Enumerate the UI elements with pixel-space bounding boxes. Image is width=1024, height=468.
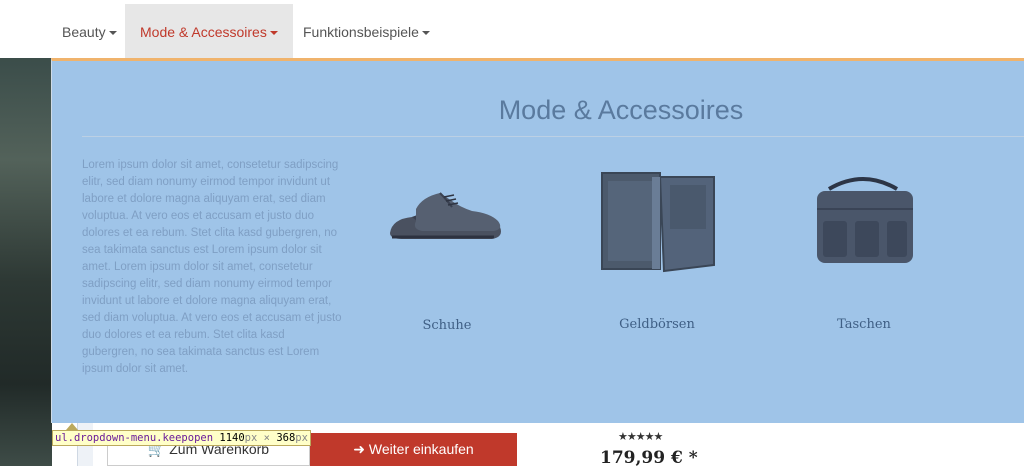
devtools-element-tooltip: ul.dropdown-menu.keepopen 1140px × 368px	[52, 430, 311, 446]
category-schuhe[interactable]: Schuhe	[372, 171, 522, 333]
dropdown-menu: Mode & Accessoires Lorem ipsum dolor sit…	[51, 58, 1024, 423]
caret-down-icon	[269, 31, 278, 36]
category-label: Taschen	[837, 317, 891, 332]
rating-stars: ★★★★★	[618, 431, 663, 443]
tooltip-height: 368	[276, 432, 296, 444]
tooltip-selector: ul.dropdown-menu.keepopen	[55, 432, 214, 444]
shoe-icon	[390, 192, 501, 239]
nav-item-mode-accessoires[interactable]: Mode & Accessoires	[125, 4, 293, 58]
continue-shopping-button[interactable]: ➜ Weiter einkaufen	[310, 433, 517, 466]
nav-item-label: Mode & Accessoires	[140, 24, 267, 40]
main-navbar: Beauty Mode & Accessoires Funktionsbeisp…	[0, 0, 1024, 58]
background-banner-image	[0, 58, 52, 466]
category-taschen[interactable]: Taschen	[789, 177, 939, 332]
nav-item-funktionsbeispiele[interactable]: Funktionsbeispiele	[303, 4, 430, 58]
caret-down-icon	[421, 31, 430, 36]
nav-item-beauty[interactable]: Beauty	[62, 4, 117, 58]
caret-down-icon	[108, 31, 117, 36]
tooltip-width: 1140	[219, 432, 245, 444]
divider	[82, 136, 1024, 137]
category-geldboersen[interactable]: Geldbörsen	[582, 172, 732, 332]
product-price: 179,99 € *	[600, 448, 698, 468]
wallet-icon	[601, 172, 715, 273]
nav-item-label: Funktionsbeispiele	[303, 24, 419, 40]
arrow-circle-right-icon: ➜	[353, 441, 366, 457]
continue-shopping-label: Weiter einkaufen	[368, 441, 474, 457]
category-description: Lorem ipsum dolor sit amet, consetetur s…	[82, 159, 342, 375]
nav-item-label: Beauty	[62, 24, 106, 40]
dropdown-title: Mode & Accessoires	[498, 95, 744, 125]
tooltip-arrow	[66, 423, 78, 430]
tooltip-unit: px	[295, 432, 308, 444]
tooltip-times: ×	[263, 432, 270, 444]
tooltip-unit: px	[244, 432, 258, 444]
bag-icon	[817, 177, 913, 263]
category-label: Geldbörsen	[619, 317, 695, 332]
category-label: Schuhe	[422, 318, 472, 333]
